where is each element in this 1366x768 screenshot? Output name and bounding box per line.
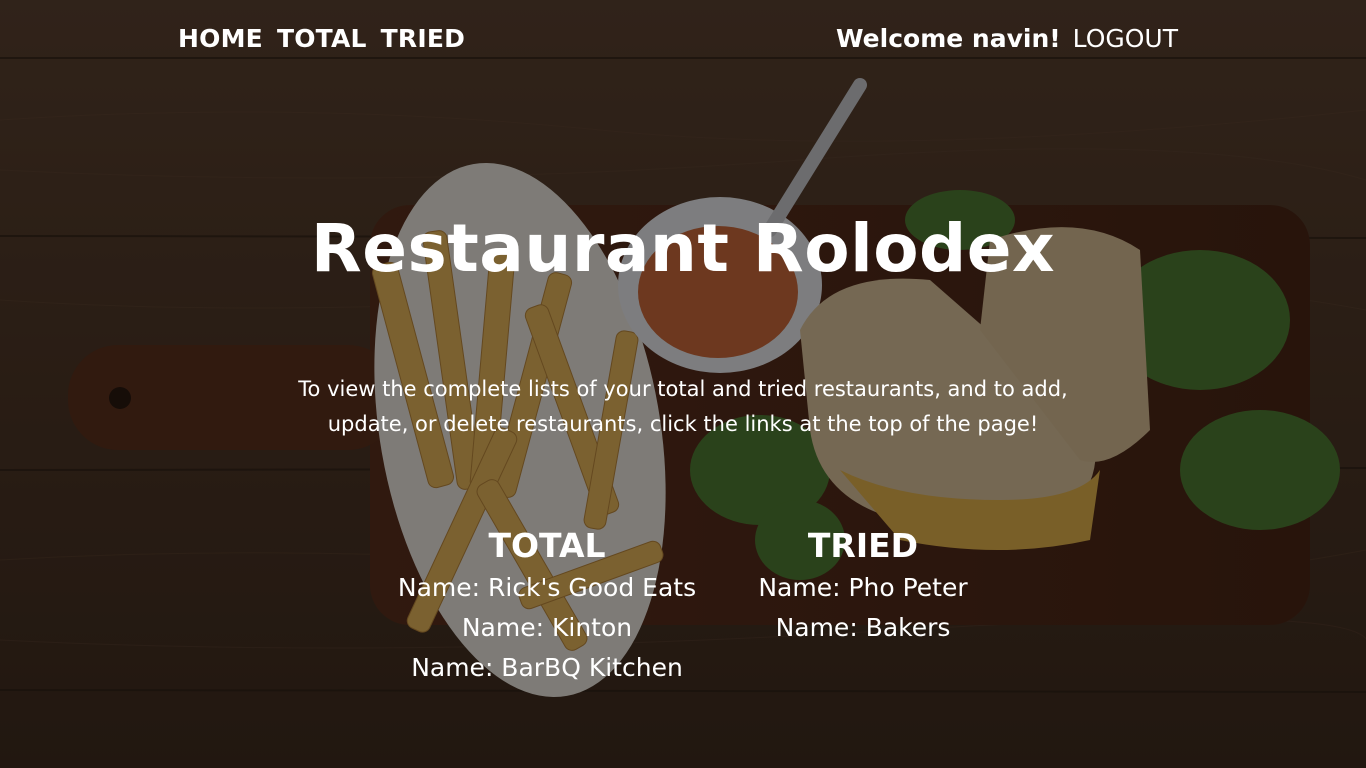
user-nav: Welcome navin! LOGOUT bbox=[836, 24, 1178, 53]
total-heading: TOTAL bbox=[488, 526, 606, 565]
intro-text: To view the complete lists of your total… bbox=[298, 377, 1068, 436]
list-item: Name: Pho Peter bbox=[758, 573, 968, 602]
main-nav: HOME TOTAL TRIED bbox=[178, 24, 465, 53]
logout-link[interactable]: LOGOUT bbox=[1073, 24, 1178, 53]
list-item: Name: Bakers bbox=[775, 613, 951, 642]
list-item: Name: BarBQ Kitchen bbox=[411, 653, 683, 682]
welcome-message: Welcome navin! bbox=[836, 24, 1061, 53]
page: HOME TOTAL TRIED Welcome navin! LOGOUT R… bbox=[0, 0, 1366, 768]
total-list: Name: Rick's Good Eats Name: Kinton Name… bbox=[380, 568, 714, 688]
list-item: Name: Rick's Good Eats bbox=[397, 573, 697, 602]
nav-link-total[interactable]: TOTAL bbox=[277, 24, 367, 53]
nav-link-tried[interactable]: TRIED bbox=[381, 24, 465, 53]
nav-link-home[interactable]: HOME bbox=[178, 24, 263, 53]
list-item: Name: Kinton bbox=[461, 613, 633, 642]
total-list-section: TOTAL Name: Rick's Good Eats Name: Kinto… bbox=[380, 526, 714, 688]
tried-heading: TRIED bbox=[807, 526, 919, 565]
tried-list: Name: Pho Peter Name: Bakers bbox=[736, 568, 990, 648]
tried-list-section: TRIED Name: Pho Peter Name: Bakers bbox=[736, 526, 990, 648]
page-title: Restaurant Rolodex bbox=[310, 210, 1056, 287]
